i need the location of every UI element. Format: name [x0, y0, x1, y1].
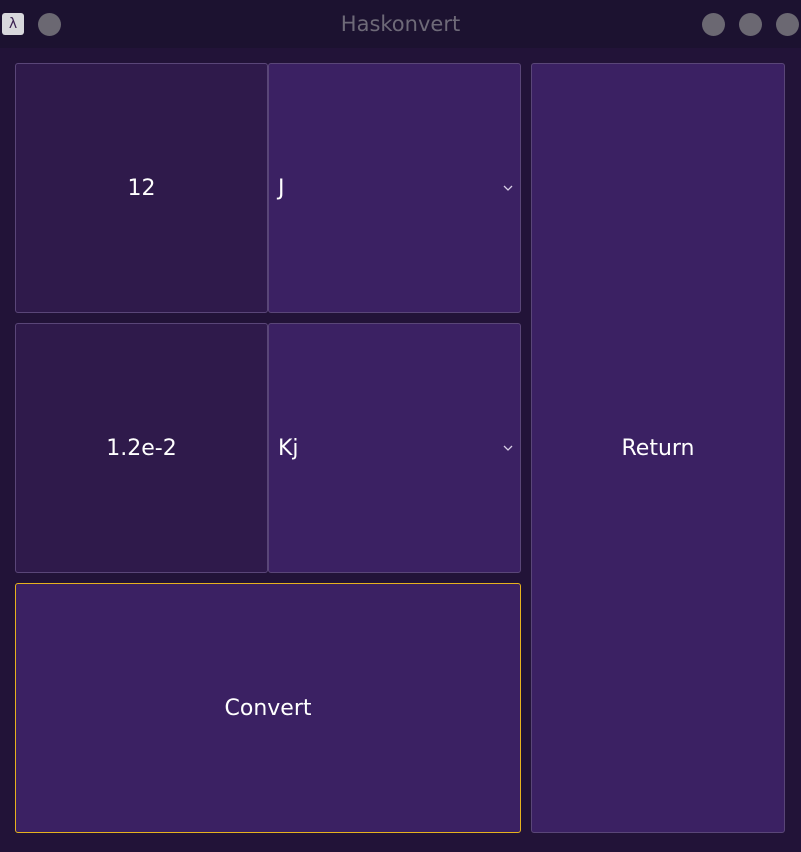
window-title: Haskonvert — [340, 12, 461, 36]
close-button[interactable] — [776, 13, 799, 36]
output-value-text: 1.2e-2 — [106, 435, 177, 461]
chevron-down-icon — [503, 445, 513, 451]
input-value-text: 12 — [127, 175, 156, 201]
return-button[interactable]: Return — [531, 63, 785, 833]
output-value-display[interactable]: 1.2e-2 — [15, 323, 268, 573]
maximize-button[interactable] — [739, 13, 762, 36]
convert-button-label: Convert — [224, 695, 312, 721]
to-unit-select[interactable]: Kj — [268, 323, 521, 573]
from-unit-select[interactable]: J — [268, 63, 521, 313]
input-value-display[interactable]: 12 — [15, 63, 268, 313]
to-unit-selected: Kj — [278, 435, 299, 461]
title-bar: λ Haskonvert — [0, 0, 801, 48]
convert-button[interactable]: Convert — [15, 583, 521, 833]
return-button-label: Return — [621, 435, 695, 461]
chevron-down-icon — [503, 185, 513, 191]
minimize-button[interactable] — [702, 13, 725, 36]
app-window: λ Haskonvert 12 J 1.2e-2 Kj Convert Retu… — [0, 0, 801, 852]
from-unit-selected: J — [278, 175, 285, 201]
